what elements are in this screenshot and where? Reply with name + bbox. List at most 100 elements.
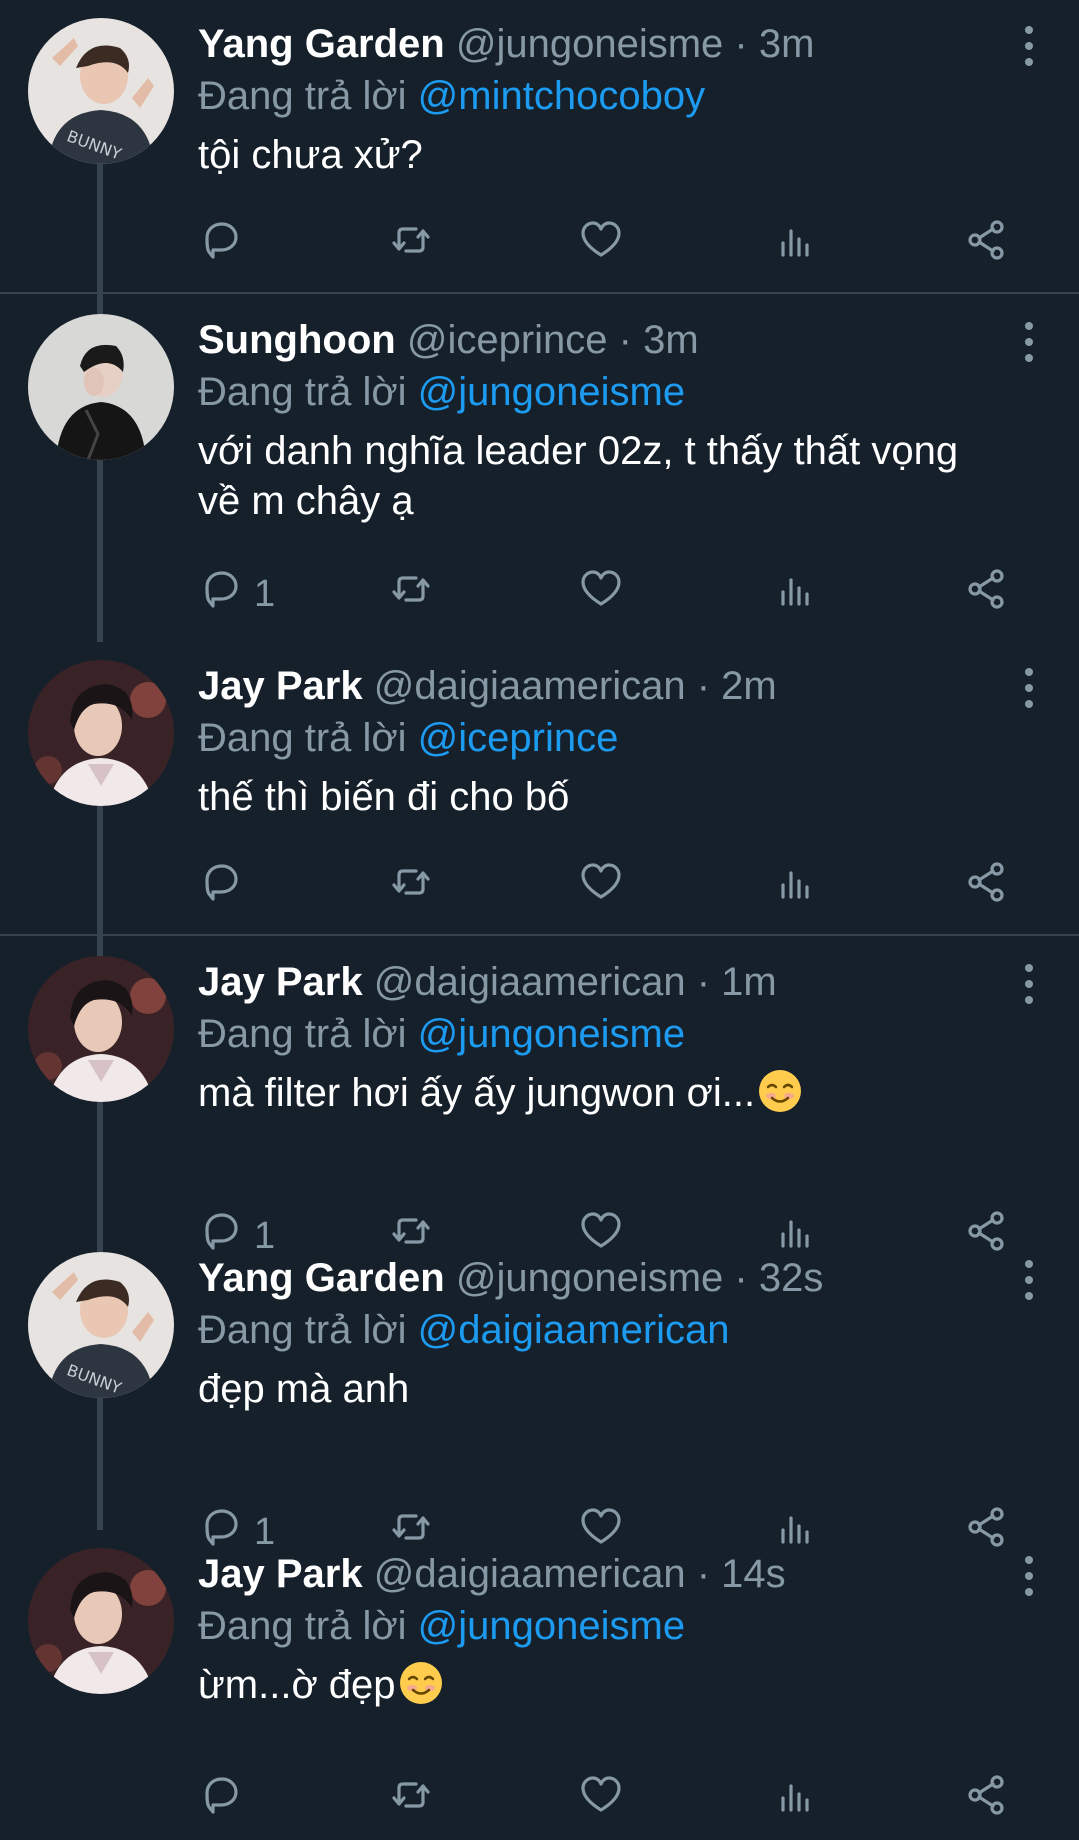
timestamp: · 2m [696, 664, 777, 708]
tweet-text: với danh nghĩa leader 02z, t thấy thất v… [198, 429, 959, 523]
avatar[interactable] [28, 314, 174, 460]
user-handle[interactable]: @jungoneisme [456, 22, 723, 66]
mention-link[interactable]: @jungoneisme [418, 1604, 685, 1648]
mention-link[interactable]: @jungoneisme [418, 1012, 685, 1056]
display-name[interactable]: Jay Park [198, 1552, 363, 1596]
avatar[interactable] [28, 956, 174, 1102]
tweet-text-container: tội chưa xử? [198, 130, 969, 180]
tweet-body: Sunghoon @iceprince · 3m Đang trả lời @ju… [198, 314, 969, 526]
tweet-body: Yang Garden @jungoneisme · 32s Đang trả l… [198, 1252, 969, 1414]
replying-to: Đang trả lời @jungoneisme [198, 366, 969, 418]
retweet-button[interactable] [388, 215, 434, 275]
user-handle[interactable]: @iceprince [407, 318, 608, 362]
reply-button[interactable] [198, 215, 244, 275]
tweet[interactable]: BUNNY Yang Garden @jungoneisme · 3m Đang t… [0, 0, 1079, 285]
retweet-icon [388, 566, 434, 622]
tweet-header: Sunghoon @iceprince · 3m [198, 314, 969, 366]
replying-to-label: Đang trả lời [198, 1308, 407, 1352]
replying-to-label: Đang trả lời [198, 370, 407, 414]
tweet-body: Yang Garden @jungoneisme · 3m Đang trả lờ… [198, 18, 969, 180]
replying-to-label: Đang trả lời [198, 1012, 407, 1056]
tweet-body: Jay Park @daigiaamerican · 2m Đang trả lờ… [198, 660, 969, 822]
tweet[interactable]: Jay Park @daigiaamerican · 14s Đang trả l… [0, 1530, 1079, 1840]
more-options-icon[interactable] [1017, 666, 1041, 710]
mention-link[interactable]: @jungoneisme [418, 370, 685, 414]
smiling-face-icon [757, 1068, 803, 1114]
timestamp: · 3m [734, 22, 815, 66]
tweet-actions: 1 [198, 564, 1018, 624]
analytics-button[interactable] [773, 564, 819, 624]
tweet-header: Yang Garden @jungoneisme · 32s [198, 1252, 969, 1304]
replying-to-label: Đang trả lời [198, 74, 407, 118]
tweet-thread: BUNNY Yang Garden @jungoneisme · 3m Đang t… [0, 0, 1079, 1817]
avatar[interactable] [28, 660, 174, 806]
reply-count: 1 [254, 572, 276, 615]
user-handle[interactable]: @daigiaamerican [374, 664, 686, 708]
mention-link[interactable]: @daigiaamerican [418, 1308, 730, 1352]
tweet-actions [198, 1770, 1018, 1830]
more-options-icon[interactable] [1017, 1258, 1041, 1302]
analytics-icon [773, 217, 819, 273]
share-button[interactable] [963, 564, 1009, 624]
share-button[interactable] [963, 215, 1009, 275]
replying-to: Đang trả lời @mintchocoboy [198, 70, 969, 122]
tweet-header: Jay Park @daigiaamerican · 1m [198, 956, 969, 1008]
reply-icon [198, 566, 244, 622]
tweet[interactable]: Jay Park @daigiaamerican · 1m Đang trả lờ… [0, 938, 1079, 1276]
display-name[interactable]: Sunghoon [198, 318, 396, 362]
analytics-button[interactable] [773, 1770, 819, 1830]
tweet-text-container: ừm...ờ đẹp [198, 1660, 969, 1710]
tweet[interactable]: Jay Park @daigiaamerican · 2m Đang trả lờ… [0, 642, 1079, 927]
tweet-text: thế thì biến đi cho bố [198, 775, 570, 819]
tweet-divider [0, 292, 1079, 294]
analytics-button[interactable] [773, 215, 819, 275]
tweet-text-container: thế thì biến đi cho bố [198, 772, 969, 822]
like-button[interactable] [578, 857, 624, 917]
user-handle[interactable]: @daigiaamerican [374, 1552, 686, 1596]
tweet[interactable]: Sunghoon @iceprince · 3m Đang trả lời @ju… [0, 296, 1079, 634]
reply-button[interactable] [198, 1770, 244, 1830]
user-handle[interactable]: @daigiaamerican [374, 960, 686, 1004]
share-button[interactable] [963, 857, 1009, 917]
avatar[interactable]: BUNNY [28, 1252, 174, 1398]
retweet-button[interactable] [388, 857, 434, 917]
reply-icon [198, 217, 244, 273]
retweet-icon [388, 859, 434, 915]
retweet-button[interactable] [388, 1770, 434, 1830]
reply-icon [198, 859, 244, 915]
avatar[interactable]: BUNNY [28, 18, 174, 164]
like-icon [578, 217, 624, 273]
like-button[interactable] [578, 564, 624, 624]
user-handle[interactable]: @jungoneisme [456, 1256, 723, 1300]
retweet-icon [388, 1772, 434, 1828]
smiling-face-icon [398, 1660, 444, 1706]
display-name[interactable]: Yang Garden [198, 1256, 445, 1300]
avatar[interactable] [28, 1548, 174, 1694]
replying-to: Đang trả lời @daigiaamerican [198, 1304, 969, 1356]
retweet-button[interactable] [388, 564, 434, 624]
more-options-icon[interactable] [1017, 24, 1041, 68]
analytics-icon [773, 859, 819, 915]
tweet-divider [0, 934, 1079, 936]
analytics-button[interactable] [773, 857, 819, 917]
more-options-icon[interactable] [1017, 320, 1041, 364]
replying-to: Đang trả lời @iceprince [198, 712, 969, 764]
tweet-header: Jay Park @daigiaamerican · 2m [198, 660, 969, 712]
like-button[interactable] [578, 1770, 624, 1830]
tweet[interactable]: BUNNY Yang Garden @jungoneisme · 32s Đang … [0, 1234, 1079, 1572]
mention-link[interactable]: @mintchocoboy [418, 74, 705, 118]
share-button[interactable] [963, 1770, 1009, 1830]
reply-button[interactable] [198, 857, 244, 917]
like-button[interactable] [578, 215, 624, 275]
tweet-body: Jay Park @daigiaamerican · 14s Đang trả l… [198, 1548, 969, 1710]
display-name[interactable]: Jay Park [198, 664, 363, 708]
display-name[interactable]: Jay Park [198, 960, 363, 1004]
tweet-text: tội chưa xử? [198, 133, 423, 177]
reply-button[interactable]: 1 [198, 564, 275, 624]
more-options-icon[interactable] [1017, 962, 1041, 1006]
display-name[interactable]: Yang Garden [198, 22, 445, 66]
mention-link[interactable]: @iceprince [418, 716, 619, 760]
tweet-header: Yang Garden @jungoneisme · 3m [198, 18, 969, 70]
tweet-text: ừm...ờ đẹp [198, 1663, 396, 1707]
more-options-icon[interactable] [1017, 1554, 1041, 1598]
